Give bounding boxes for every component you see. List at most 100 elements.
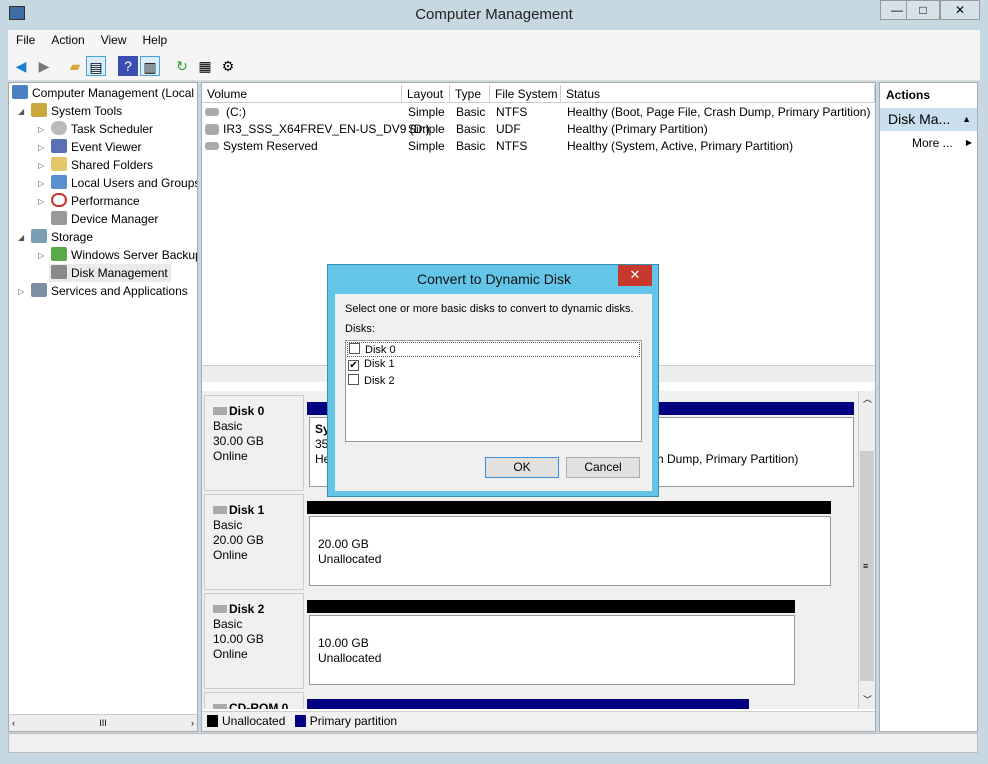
tree-horizontal-scrollbar[interactable]: ‹ III › [9,714,197,731]
menu-help[interactable]: Help [135,30,176,50]
disk-0-checkbox[interactable] [349,343,360,354]
disks-listbox[interactable]: Disk 0 ✔ Disk 1 Disk 2 [345,340,642,442]
navigation-tree: Computer Management (Local ◢ System Tool… [8,82,198,732]
expand-icon[interactable]: ▷ [18,287,24,296]
column-header-status[interactable]: Status [561,85,875,103]
scroll-up-icon[interactable]: ︿ [863,392,872,405]
scroll-down-icon[interactable]: ﹀ [863,693,872,706]
disk-icon [213,407,227,415]
tools-icon [31,103,47,117]
disk-management-icon [51,265,67,279]
cell: Simple [408,139,445,153]
menu-view[interactable]: View [93,30,135,50]
tree-root[interactable]: Computer Management (Local [12,84,194,102]
disk-size: 10.00 GB [213,632,264,646]
menu-action[interactable]: Action [43,30,92,50]
disk-type: Basic [213,419,243,433]
cell: Basic [456,105,486,119]
title-bar: Computer Management — □ ✕ [0,0,988,30]
dialog-close-button[interactable]: ✕ [618,265,652,286]
menu-file[interactable]: File [8,30,43,50]
tree-item-local-users[interactable]: Local Users and Groups [51,174,197,192]
tree-item-services-applications[interactable]: Services and Applications [31,282,188,300]
cancel-button[interactable]: Cancel [566,457,640,478]
collapse-up-icon[interactable]: ▲ [962,111,971,128]
help-icon[interactable]: ? [118,56,138,76]
disk-name: Disk 0 [229,404,265,418]
disk-list-item[interactable]: Disk 2 [348,374,395,387]
column-header-volume[interactable]: Volume [202,85,402,103]
disk-1-checkbox[interactable]: ✔ [348,360,359,371]
back-icon[interactable]: ◀ [11,56,31,76]
disk-list-label: Disk 2 [364,375,395,387]
tree-item-system-tools[interactable]: System Tools [31,102,122,120]
show-hide-tree-icon[interactable]: ▤ [86,56,106,76]
disk-1-label[interactable]: Disk 1 Basic 20.00 GB Online [204,494,304,590]
cell: Healthy (Primary Partition) [567,122,708,136]
cd-rom-0-label[interactable]: CD-ROM 0 [204,692,304,709]
tree-item-performance[interactable]: Performance [51,192,140,210]
disk-icon [213,506,227,514]
expand-icon[interactable]: ▷ [38,251,44,260]
scroll-thumb[interactable]: III [99,718,107,728]
action-more[interactable]: More ... ▶ [912,136,974,150]
status-bar [8,733,978,753]
tree-label: Windows Server Backup [71,248,198,262]
expand-icon[interactable]: ▷ [38,143,44,152]
disk-0-label[interactable]: Disk 0 Basic 30.00 GB Online [204,395,304,491]
column-header-file-system[interactable]: File System [490,85,561,103]
partition-disk-2-unallocated[interactable]: 10.00 GB Unallocated [309,615,795,685]
expand-icon[interactable]: ▷ [38,197,44,206]
collapse-icon[interactable]: ◢ [18,233,24,242]
close-button[interactable]: ✕ [940,0,980,20]
tree-item-event-viewer[interactable]: Event Viewer [51,138,141,156]
partition-disk-1-unallocated[interactable]: 20.00 GB Unallocated [309,516,831,586]
partition-size: 20.00 GB [318,537,369,551]
ok-button[interactable]: OK [485,457,559,478]
column-header-layout[interactable]: Layout [402,85,450,103]
table-row[interactable]: (C:) Simple Basic NTFS Healthy (Boot, Page F… [202,104,875,121]
tree-item-disk-management[interactable]: Disk Management [49,264,171,282]
partition-status: Unallocated [318,651,382,665]
properties-icon[interactable]: ▦ [195,56,215,76]
disk-2-label[interactable]: Disk 2 Basic 10.00 GB Online [204,593,304,689]
scroll-right-icon[interactable]: › [191,715,194,731]
show-hide-action-pane-icon[interactable]: ▥ [140,56,160,76]
expand-icon[interactable]: ▷ [38,179,44,188]
settings-icon[interactable]: ⚙ [218,56,238,76]
disk-list-item[interactable]: Disk 0 [347,342,640,357]
legend-swatch-primary [294,715,306,727]
legend-label: Unallocated [222,714,286,728]
cell: Basic [456,139,486,153]
tree-label: Shared Folders [71,158,154,172]
partition-status: Unallocated [318,552,382,566]
legend: Unallocated Primary partition [202,711,875,731]
cell: UDF [496,122,521,136]
tree-item-windows-server-backup[interactable]: Windows Server Backup [51,246,198,264]
up-folder-icon[interactable]: ▰ [65,56,85,76]
disk-list-label: Disk 0 [365,344,396,356]
actions-section-disk-management[interactable]: Disk Ma... ▲ [880,108,977,131]
disk-list-item[interactable]: ✔ Disk 1 [348,358,395,371]
tree-label: Event Viewer [71,140,142,154]
tree-item-task-scheduler[interactable]: Task Scheduler [51,120,153,138]
expand-icon[interactable]: ▷ [38,125,44,134]
maximize-button[interactable]: □ [906,0,940,20]
collapse-icon[interactable]: ◢ [18,107,24,116]
expand-icon[interactable]: ▷ [38,161,44,170]
tree-item-shared-folders[interactable]: Shared Folders [51,156,153,174]
scroll-left-icon[interactable]: ‹ [12,715,15,731]
disk-vertical-scrollbar[interactable]: ︿ ≡ ﹀ [858,391,875,709]
disk-2-checkbox[interactable] [348,374,359,385]
dialog-instruction: Select one or more basic disks to conver… [345,303,634,315]
column-header-type[interactable]: Type [450,85,490,103]
table-row[interactable]: IR3_SSS_X64FREV_EN-US_DV9 (D:) Simple Basi… [202,121,875,138]
forward-icon[interactable]: ▶ [34,56,54,76]
cell: (C:) [226,105,246,119]
cell: IR3_SSS_X64FREV_EN-US_DV9 (D:) [223,122,430,136]
refresh-icon[interactable]: ↻ [172,56,192,76]
tree-item-device-manager[interactable]: Device Manager [51,210,158,228]
clock-icon [51,121,67,135]
table-row[interactable]: System Reserved Simple Basic NTFS Healthy (S… [202,138,875,155]
tree-item-storage[interactable]: Storage [31,228,93,246]
